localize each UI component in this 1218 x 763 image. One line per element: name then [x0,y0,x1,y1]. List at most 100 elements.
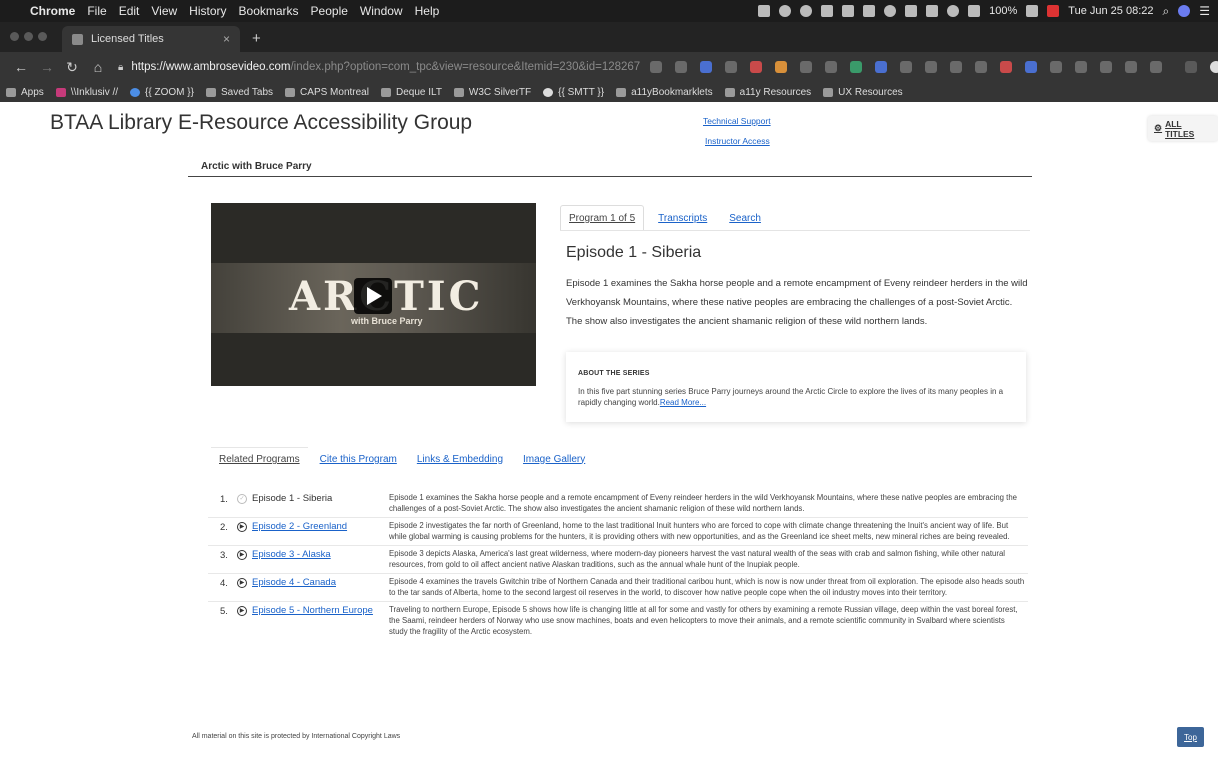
extension-icon[interactable] [775,61,787,73]
status-app-icon[interactable] [863,5,876,17]
zoom-icon [130,87,141,97]
browser-toolbar: ← → ↻ ⌂ 🔒︎ https://www.ambrosevideo.com … [0,52,1218,82]
extension-icon[interactable] [975,61,987,73]
status-app-icon[interactable] [800,5,813,17]
episode-link[interactable]: ▶ Episode 5 - Northern Europe [237,605,373,616]
menu-view[interactable]: View [151,4,177,18]
back-arrow-icon[interactable]: ← [14,59,28,75]
address-bar[interactable]: 🔒︎ https://www.ambrosevideo.com /index.p… [118,57,648,77]
episode-list: 1. ✓ Episode 1 - Siberia Episode 1 exami… [208,490,1028,640]
extension-icon[interactable] [1000,61,1012,73]
tab-program[interactable]: Program 1 of 5 [560,205,645,231]
tab-related-programs[interactable]: Related Programs [211,447,308,471]
extension-icon[interactable] [875,61,887,73]
reload-icon[interactable]: ↻ [66,59,78,76]
star-icon[interactable] [675,61,687,73]
window-minimize-button[interactable] [24,32,33,41]
copyright-notice: All material on this site is protected b… [192,733,401,740]
episode-title: Episode 1 - Siberia [566,244,702,261]
video-player[interactable]: ARCTIC with Bruce Parry [211,203,536,386]
instructor-access-link[interactable]: Instructor Access [705,136,770,146]
read-more-link[interactable]: Read More... [660,398,706,407]
status-app-icon[interactable] [779,5,792,17]
tab-favicon-icon [72,33,83,45]
extension-icon[interactable] [725,61,737,73]
bookmark-ux-resources[interactable]: UX Resources [823,87,903,98]
program-tabs: Program 1 of 5 Transcripts Search [560,205,775,231]
home-icon[interactable]: ⌂ [92,59,104,75]
bookmark-a11ybookmarklets[interactable]: a11yBookmarklets [616,87,713,98]
extension-icon[interactable] [1150,61,1162,73]
status-app-icon[interactable] [884,5,897,17]
menu-help[interactable]: Help [415,4,440,18]
extension-icon[interactable] [850,61,862,73]
menu-window[interactable]: Window [360,4,403,18]
bookmark-inklusiv[interactable]: \\Inklusiv // [55,87,118,98]
extension-icon[interactable] [1050,61,1062,73]
folder-icon [616,87,627,97]
clock[interactable]: Tue Jun 25 08:22 [1068,5,1153,17]
tab-search[interactable]: Search [721,205,769,231]
key-icon[interactable] [650,61,662,73]
episode-link[interactable]: ▶ Episode 2 - Greenland [237,521,347,532]
extension-icon[interactable] [1075,61,1087,73]
spotlight-icon[interactable]: ⌕ [1163,4,1170,19]
new-tab-button[interactable]: + [252,30,261,47]
menu-people[interactable]: People [311,4,348,18]
menu-bookmarks[interactable]: Bookmarks [239,4,299,18]
menu-file[interactable]: File [87,4,106,18]
bookmark-caps-montreal[interactable]: CAPS Montreal [285,87,369,98]
status-app-icon[interactable] [842,5,855,17]
back-to-top-button[interactable]: Top [1177,727,1204,747]
extension-icon[interactable] [825,61,837,73]
extension-icon[interactable] [900,61,912,73]
volume-icon[interactable] [968,5,981,17]
technical-support-link[interactable]: Technical Support [703,116,771,126]
profile-avatar-icon[interactable] [1210,61,1218,73]
notification-center-icon[interactable]: ☰ [1199,4,1210,18]
status-app-icon[interactable] [758,5,771,17]
bookmark-zoom[interactable]: {{ ZOOM }} [130,87,194,98]
extension-icon[interactable] [950,61,962,73]
tab-links-embedding[interactable]: Links & Embedding [409,447,511,471]
browser-tab[interactable]: Licensed Titles × [62,26,240,52]
airplay-icon[interactable] [905,5,918,17]
siri-icon[interactable] [1178,5,1191,17]
flag-icon[interactable] [1047,5,1060,17]
tab-close-icon[interactable]: × [223,32,230,46]
lock-icon[interactable]: 🔒︎ [118,62,123,73]
extension-icon[interactable] [1100,61,1112,73]
bookmark-smtt[interactable]: {{ SMTT }} [543,87,604,98]
extension-icon[interactable] [750,61,762,73]
bookmark-apps[interactable]: Apps [6,87,44,98]
extension-icon[interactable] [1025,61,1037,73]
extension-icon[interactable] [800,61,812,73]
bluetooth-icon[interactable] [926,5,939,17]
menu-history[interactable]: History [189,4,226,18]
episode-link[interactable]: ▶ Episode 4 - Canada [237,577,336,588]
episode-link[interactable]: ▶ Episode 3 - Alaska [237,549,331,560]
wifi-icon[interactable] [947,5,960,17]
extension-icon[interactable] [1185,61,1197,73]
all-titles-button[interactable]: ⚙ ALL TITLES [1148,116,1218,141]
tab-image-gallery[interactable]: Image Gallery [515,447,593,471]
window-close-button[interactable] [10,32,19,41]
extension-icon[interactable] [925,61,937,73]
forward-arrow-icon[interactable]: → [40,59,54,75]
menu-app-chrome[interactable]: Chrome [30,4,75,18]
bookmark-a11y-resources[interactable]: a11y Resources [724,87,811,98]
extension-icon[interactable] [1125,61,1137,73]
tab-cite-program[interactable]: Cite this Program [312,447,405,471]
battery-icon[interactable] [1026,5,1039,17]
bookmark-deque-ilt[interactable]: Deque ILT [380,87,442,98]
bookmark-w3c-silvertf[interactable]: W3C SilverTF [453,87,531,98]
folder-icon [453,87,464,97]
extension-icon[interactable] [700,61,712,73]
play-button[interactable] [354,278,392,314]
tab-transcripts[interactable]: Transcripts [650,205,715,231]
program-title: Arctic with Bruce Parry [201,161,312,172]
window-zoom-button[interactable] [38,32,47,41]
bookmark-saved-tabs[interactable]: Saved Tabs [205,87,273,98]
menu-edit[interactable]: Edit [119,4,140,18]
status-app-icon[interactable] [821,5,834,17]
